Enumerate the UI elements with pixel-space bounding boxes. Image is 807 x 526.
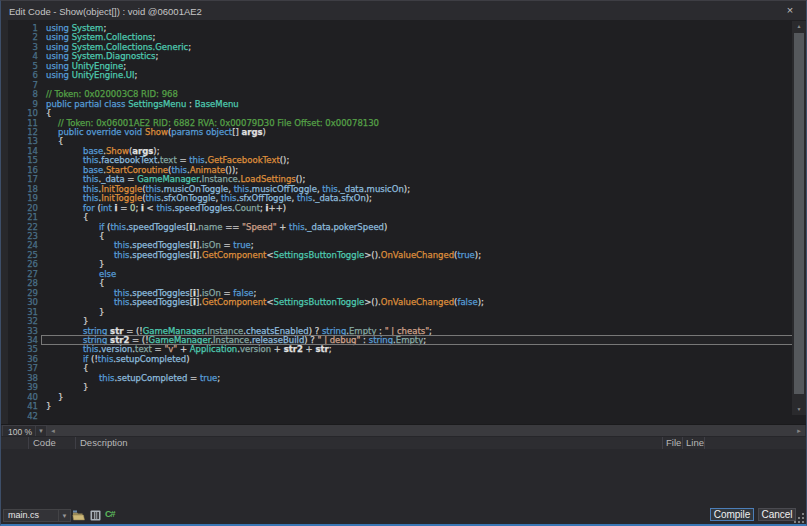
- code-text: {: [38, 278, 104, 288]
- bottom-bar: main.cs ▼ C# Compile Cancel: [1, 501, 806, 524]
- error-list-header: Code Description File Line: [1, 436, 806, 449]
- code-line[interactable]: 30this.speedToggles[i].GetComponent<Sett…: [8, 298, 792, 307]
- window-title: Edit Code - Show(object[]) : void @06001…: [9, 6, 202, 17]
- code-text: {: [38, 212, 88, 222]
- close-icon[interactable]: ×: [782, 3, 798, 18]
- code-line[interactable]: 6using UnityEngine.UI;: [8, 71, 792, 80]
- code-text: {: [38, 108, 51, 118]
- error-col-line[interactable]: Line: [683, 437, 705, 449]
- vertical-scrollbar-thumb[interactable]: [794, 33, 804, 394]
- error-col-rest: [705, 437, 806, 449]
- code-text: }: [38, 259, 104, 269]
- code-text: }: [38, 401, 51, 411]
- code-line[interactable]: 22if (this.speedToggles[i].name == "Spee…: [8, 223, 792, 232]
- code-text: this.speedToggles[i].GetComponent<Settin…: [38, 297, 484, 307]
- code-line[interactable]: 42: [8, 412, 792, 421]
- code-line[interactable]: 12public override void Show(params objec…: [8, 128, 792, 137]
- line-number: 42: [8, 412, 38, 421]
- code-line[interactable]: 20for (int i = 0; i < this.speedToggles.…: [8, 204, 792, 213]
- glyph-margin: [1, 20, 8, 424]
- code-text: this.speedToggles[i].GetComponent<Settin…: [38, 250, 481, 260]
- code-line[interactable]: 9public partial class SettingsMenu : Bas…: [8, 100, 792, 109]
- code-line[interactable]: 27else: [8, 270, 792, 279]
- code-editor[interactable]: 1using System;2using System.Collections;…: [1, 20, 806, 424]
- code-text: public override void Show(params object[…: [38, 127, 266, 137]
- scroll-down-icon[interactable]: ▼: [792, 404, 806, 414]
- code-text: using UnityEngine.UI;: [38, 70, 137, 80]
- code-line[interactable]: 38this.setupCompleted = true;: [8, 374, 792, 383]
- error-col-file[interactable]: File: [663, 437, 683, 449]
- columns-icon[interactable]: [89, 508, 102, 521]
- resize-grip[interactable]: [795, 514, 804, 523]
- scroll-up-icon[interactable]: ▲: [792, 21, 806, 31]
- code-line[interactable]: 25this.speedToggles[i].GetComponent<Sett…: [8, 251, 792, 260]
- code-text: }: [38, 316, 88, 326]
- code-line[interactable]: 31}: [8, 308, 792, 317]
- open-file-icon[interactable]: [72, 508, 85, 521]
- code-text: {: [38, 363, 88, 373]
- compile-button[interactable]: Compile: [710, 508, 754, 521]
- edit-code-dialog: Edit Code - Show(object[]) : void @06001…: [0, 0, 807, 526]
- code-lines: 1using System;2using System.Collections;…: [8, 24, 792, 421]
- code-text: public partial class SettingsMenu : Base…: [38, 99, 239, 109]
- code-text: [38, 411, 46, 421]
- error-col-blank: [1, 437, 29, 449]
- code-text: {: [38, 136, 63, 146]
- error-col-code[interactable]: Code: [29, 437, 76, 449]
- zoom-bar: 100 % ▼ ◄ ►: [1, 424, 806, 436]
- titlebar[interactable]: Edit Code - Show(object[]) : void @06001…: [1, 1, 806, 20]
- vertical-scrollbar[interactable]: ▲ ▼: [792, 21, 806, 415]
- code-line[interactable]: 39}: [8, 383, 792, 392]
- cancel-button[interactable]: Cancel: [758, 508, 796, 521]
- code-line[interactable]: 36if (!this.setupCompleted): [8, 355, 792, 364]
- code-line[interactable]: 41}: [8, 402, 792, 411]
- csharp-icon[interactable]: C#: [105, 508, 118, 521]
- file-select-dropdown-icon[interactable]: ▼: [59, 509, 71, 522]
- code-line[interactable]: 40}: [8, 393, 792, 402]
- error-list[interactable]: [1, 449, 806, 501]
- code-line[interactable]: 26}: [8, 260, 792, 269]
- error-col-description[interactable]: Description: [76, 437, 663, 449]
- file-select[interactable]: main.cs: [3, 509, 59, 522]
